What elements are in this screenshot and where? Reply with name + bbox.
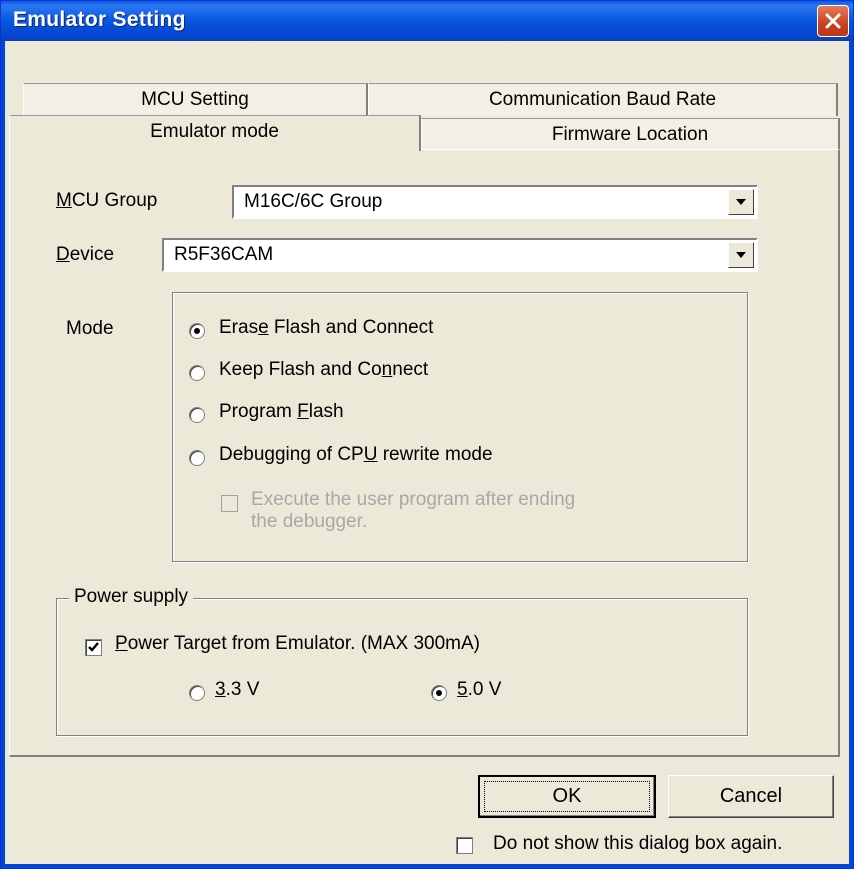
power-target-label[interactable]: Power Target from Emulator. (MAX 300mA) <box>115 633 480 655</box>
close-icon <box>825 13 841 29</box>
mode-group: Erase Flash and Connect Keep Flash and C… <box>172 292 748 562</box>
tab-firmware-location[interactable]: Firmware Location <box>421 118 840 151</box>
close-button[interactable] <box>817 5 849 37</box>
power-supply-group: Power supply Power Target from Emulator.… <box>56 586 748 736</box>
execute-after-debugger-label: Execute the user program after ending the… <box>251 489 576 532</box>
tab-firmware-location-label: Firmware Location <box>551 124 709 145</box>
power-supply-legend: Power supply <box>69 586 194 608</box>
tab-mcu-setting[interactable]: MCU Setting <box>23 83 368 116</box>
ok-button[interactable]: OK <box>478 775 656 818</box>
radio-debug-cpu-rewrite-label: Debugging of CPU rewrite mode <box>219 444 493 465</box>
radio-erase-flash[interactable] <box>189 323 205 339</box>
emulator-setting-dialog: Emulator Setting MCU Setting Communicati… <box>0 0 854 869</box>
radio-erase-flash-label: Erase Flash and Connect <box>219 317 434 338</box>
radio-3-3v-label: 3.3 V <box>215 679 260 700</box>
device-value: R5F36CAM <box>174 244 274 265</box>
cancel-button[interactable]: Cancel <box>668 775 834 818</box>
radio-keep-flash[interactable] <box>189 365 205 381</box>
mcu-group-value: M16C/6C Group <box>244 191 383 212</box>
radio-program-flash-label: Program Flash <box>219 401 344 422</box>
dropdown-arrow-icon[interactable] <box>728 189 754 215</box>
checkmark-icon <box>88 642 99 652</box>
device-select[interactable]: R5F36CAM <box>162 238 758 272</box>
radio-5-0v[interactable] <box>431 685 447 701</box>
tab-mcu-setting-label: MCU Setting <box>141 89 249 110</box>
radio-3-3v[interactable] <box>189 685 205 701</box>
tab-emulator-mode-label: Emulator mode <box>150 121 279 142</box>
radio-5-0v-label: 5.0 V <box>457 679 502 700</box>
radio-debug-cpu-rewrite[interactable] <box>189 450 205 466</box>
dont-show-again-label[interactable]: Do not show this dialog box again. <box>493 833 782 855</box>
mode-label: Mode <box>66 318 114 339</box>
mcu-group-label: MCU Group <box>56 190 158 211</box>
device-label: Device <box>56 244 115 265</box>
power-target-checkbox[interactable] <box>85 639 102 656</box>
tab-emulator-mode[interactable]: Emulator mode <box>9 115 421 151</box>
radio-keep-flash-label: Keep Flash and Connect <box>219 359 429 380</box>
tab-communication-baud-rate[interactable]: Communication Baud Rate <box>368 83 838 116</box>
focus-rect <box>484 781 650 812</box>
tab-baud-rate-label: Communication Baud Rate <box>488 89 717 110</box>
cancel-button-label: Cancel <box>719 785 783 807</box>
dont-show-again-checkbox[interactable] <box>456 837 473 854</box>
dropdown-arrow-icon[interactable] <box>728 242 754 268</box>
title-bar[interactable]: Emulator Setting <box>1 1 853 41</box>
mcu-group-select[interactable]: M16C/6C Group <box>232 185 758 219</box>
tab-panel-emulator-mode: MCU Group M16C/6C Group Device R5F36CAM … <box>9 149 840 757</box>
radio-program-flash[interactable] <box>189 407 205 423</box>
execute-after-debugger-checkbox[interactable] <box>221 495 238 512</box>
window-title: Emulator Setting <box>13 8 186 31</box>
